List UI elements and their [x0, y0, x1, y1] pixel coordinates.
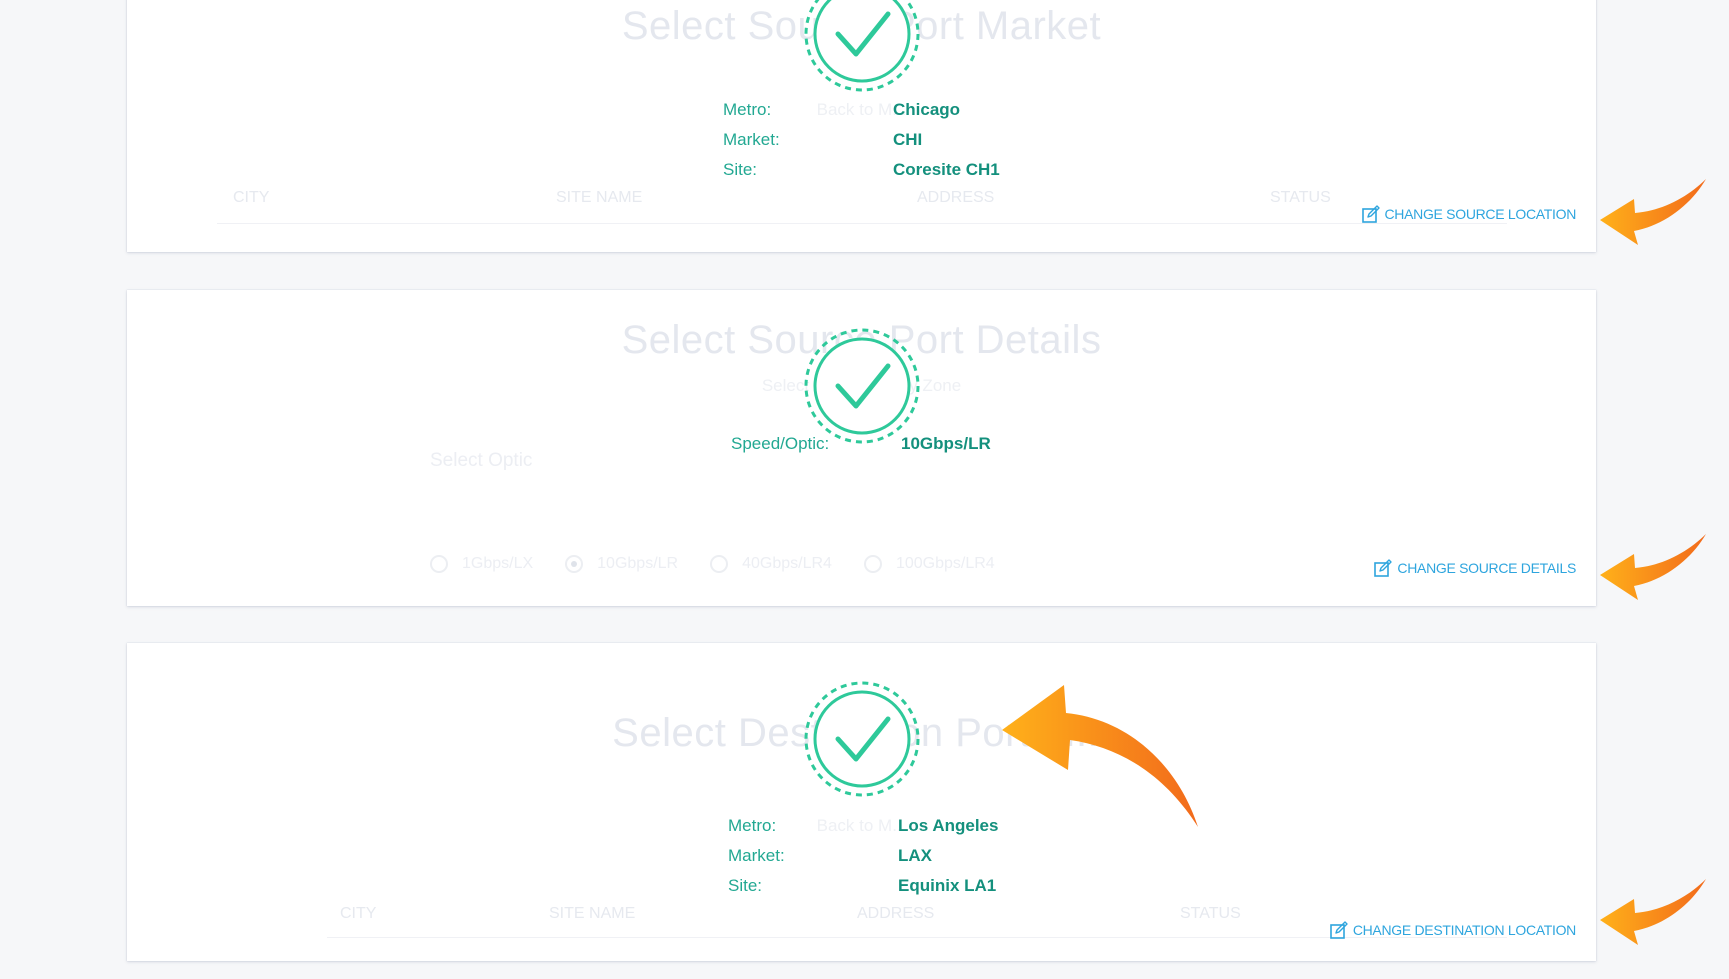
orange-arrow-icon — [1600, 534, 1706, 600]
summary-value: Chicago — [893, 100, 961, 119]
orange-arrow-icon — [1600, 179, 1706, 245]
summary-row-market: Market: CHI — [723, 125, 1000, 155]
orange-arrow-icon — [1600, 879, 1706, 945]
summary-label: Market: — [723, 130, 780, 149]
summary-label: Market: — [728, 846, 785, 865]
change-source-location-label: CHANGE SOURCE LOCATION — [1384, 206, 1577, 222]
change-source-details-button[interactable]: CHANGE SOURCE DETAILS — [1373, 558, 1576, 578]
edit-icon — [1330, 921, 1348, 939]
column-city: CITY — [233, 189, 270, 206]
summary-label: Site: — [723, 160, 758, 179]
summary-value: Coresite CH1 — [893, 160, 1000, 179]
optic-radio[interactable] — [710, 555, 729, 573]
summary-row-metro: Metro: Chicago — [723, 95, 1000, 125]
optic-radio-selected[interactable] — [565, 555, 584, 573]
optic-radio[interactable] — [430, 555, 448, 573]
summary-row-site: Site: Coresite CH1 — [723, 155, 1000, 185]
optic-radio-group[interactable]: 1Gbps/LX 10Gbps/LR 40Gbps/LR4 100Gbps/LR… — [430, 555, 1027, 573]
summary-value: CHI — [893, 130, 923, 149]
optic-option-label: 40Gbps/LR4 — [742, 555, 832, 572]
column-city: CITY — [340, 905, 377, 922]
source-market-panel: Select Source Port Market Back to M... C… — [127, 0, 1596, 252]
column-site-name: SITE NAME — [549, 905, 636, 922]
check-circle-icon — [802, 679, 922, 799]
source-details-summary: Speed/Optic: 10Gbps/LR — [731, 429, 991, 459]
change-source-location-button[interactable]: CHANGE SOURCE LOCATION — [1361, 204, 1577, 224]
summary-label: Speed/Optic: — [731, 434, 830, 453]
summary-row-metro: Metro: Los Angeles — [728, 811, 998, 841]
column-address: ADDRESS — [917, 189, 995, 206]
summary-value: Equinix LA1 — [898, 876, 997, 895]
check-circle-icon — [802, 0, 922, 94]
change-source-details-label: CHANGE SOURCE DETAILS — [1397, 560, 1576, 576]
change-destination-location-label: CHANGE DESTINATION LOCATION — [1352, 922, 1576, 938]
source-summary: Metro: Chicago Market: CHI Site: Coresit… — [723, 95, 1000, 185]
optic-label: Select Optic — [430, 450, 533, 471]
divider — [217, 223, 1507, 224]
destination-summary: Metro: Los Angeles Market: LAX Site: Equ… — [728, 811, 998, 901]
column-address: ADDRESS — [857, 905, 935, 922]
summary-value: 10Gbps/LR — [901, 434, 991, 453]
change-destination-location-button[interactable]: CHANGE DESTINATION LOCATION — [1329, 920, 1576, 940]
summary-row-site: Site: Equinix LA1 — [728, 871, 998, 901]
summary-label: Metro: — [723, 100, 772, 119]
check-circle-icon — [802, 326, 922, 446]
summary-row-market: Market: LAX — [728, 841, 998, 871]
edit-icon — [1374, 559, 1393, 577]
column-status: STATUS — [1270, 189, 1331, 206]
column-status: STATUS — [1180, 905, 1241, 922]
summary-label: Metro: — [728, 816, 777, 835]
destination-market-panel: Select Destination Port M... Back to M..… — [127, 643, 1596, 961]
edit-icon — [1361, 205, 1380, 223]
summary-label: Site: — [728, 876, 763, 895]
summary-value: LAX — [898, 846, 932, 865]
source-details-panel: Select Source Port Details Select Opt...… — [127, 290, 1596, 606]
optic-radio[interactable] — [863, 555, 882, 573]
optic-option-label: 1Gbps/LX — [462, 555, 534, 572]
summary-row-speed-optic: Speed/Optic: 10Gbps/LR — [731, 429, 991, 459]
optic-option-label: 100Gbps/LR4 — [895, 555, 995, 572]
column-site-name: SITE NAME — [556, 189, 643, 206]
optic-option-label: 10Gbps/LR — [597, 555, 679, 572]
summary-value: Los Angeles — [898, 816, 999, 835]
orange-arrow-icon — [1002, 685, 1198, 827]
